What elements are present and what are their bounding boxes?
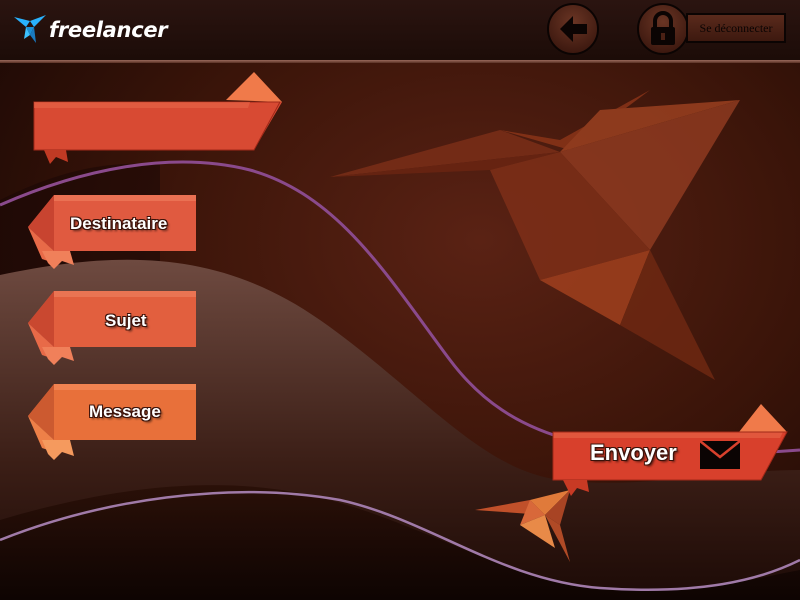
ribbon-shape [28,291,196,365]
message-field[interactable]: Message [28,384,200,464]
arrow-left-icon [560,16,587,42]
message-label: Message [89,402,161,421]
bird-logo-icon [14,15,46,43]
send-button[interactable]: Envoyer [551,404,791,498]
ribbon-shape [28,384,196,460]
send-label: Envoyer [590,440,677,465]
logo-text: freelancer [49,18,168,42]
recipient-label: Destinataire [70,214,168,233]
header-divider [0,60,800,63]
title-ribbon [30,72,286,168]
app-window: freelancer Se déconnecter Destinataire S… [0,0,800,600]
lock-icon [651,11,675,45]
header-bar: freelancer Se déconnecter [0,0,800,60]
envelope-icon [699,440,741,469]
lock-button[interactable] [637,3,689,55]
recipient-field[interactable]: Destinataire [28,195,200,275]
freelancer-logo[interactable]: freelancer [12,12,168,48]
back-button[interactable] [547,3,599,55]
ribbon-shape [33,72,282,164]
ribbon-shape [28,195,196,269]
subject-label: Sujet [105,311,147,330]
logout-button[interactable]: Se déconnecter [686,13,786,43]
subject-field[interactable]: Sujet [28,291,200,371]
